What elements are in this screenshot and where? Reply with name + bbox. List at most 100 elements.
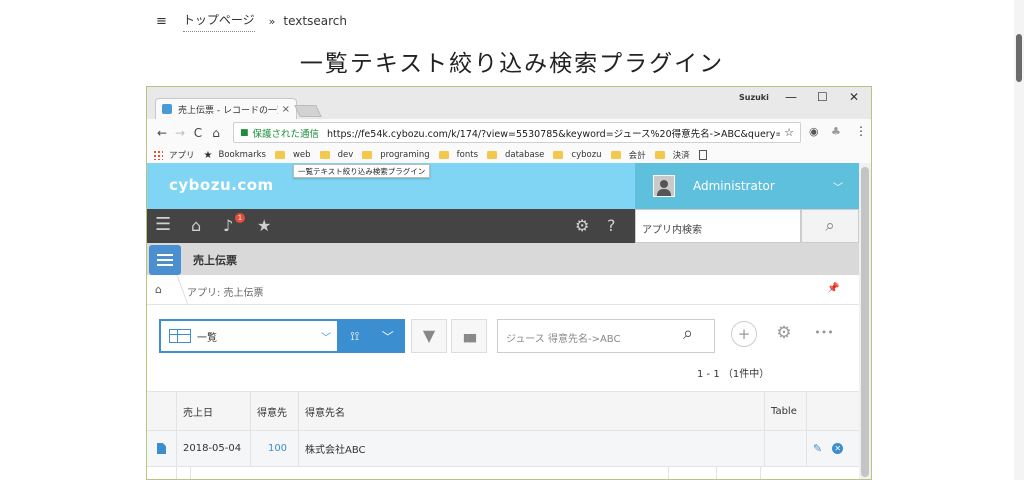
new-tab-button[interactable] <box>294 105 322 117</box>
delete-icon[interactable]: ✕ <box>832 443 844 454</box>
document-icon[interactable] <box>157 443 166 454</box>
filter-button[interactable]: ▼ <box>411 319 447 353</box>
app-breadcrumb: ⌂ アプリ: 売上伝票 📌 <box>147 275 859 305</box>
window-maximize-button[interactable]: ☐ <box>817 90 828 104</box>
extension-icon[interactable]: ◉ <box>809 125 819 138</box>
url-text[interactable]: https://fe54k.cybozu.com/k/174/?view=553… <box>327 126 780 140</box>
browser-screenshot: 売上伝票 - レコードの一覧 × Suzuki — ☐ ✕ ← → C ⌂ ■ … <box>146 86 872 480</box>
page-scrollbar-thumb[interactable] <box>1016 34 1022 82</box>
bookmark-cybozu[interactable]: cybozu <box>553 150 602 160</box>
add-record-button[interactable]: + <box>731 321 757 347</box>
bookmark-star-icon[interactable]: ☆ <box>784 126 794 139</box>
chevron-down-icon: ﹀ <box>381 329 394 344</box>
document-icon[interactable] <box>698 150 707 160</box>
kintone-favicon-icon <box>162 104 172 114</box>
header-cell-customer[interactable]: 得意先 <box>251 392 299 430</box>
view-name: 一覧 <box>197 332 217 344</box>
table-header: 売上日 得意先 得意先名 Table <box>147 391 859 431</box>
bookmark-fonts[interactable]: fonts <box>438 150 478 160</box>
graph-selector[interactable]: ⟟⟟ ﹀ <box>339 319 405 353</box>
window-close-button[interactable]: ✕ <box>849 90 859 104</box>
back-button[interactable]: ← <box>153 126 171 140</box>
graph-icon: ⟟⟟ <box>350 328 360 343</box>
header-cell-actions <box>807 392 859 430</box>
bookmark-web[interactable]: web <box>274 150 311 160</box>
app-settings-icon[interactable]: ⚙ <box>771 321 797 347</box>
table-row[interactable]: 2018-05-04 100 株式会社ABC ✎ ✕ <box>147 431 859 467</box>
bookmark-apps[interactable]: アプリ <box>153 149 195 161</box>
folder-icon <box>610 151 621 159</box>
folder-icon <box>319 151 330 159</box>
browser-tab[interactable]: 売上伝票 - レコードの一覧 × <box>155 98 297 119</box>
header-cell-table[interactable]: Table <box>765 392 807 430</box>
home-button[interactable]: ⌂ <box>207 126 225 140</box>
menu-icon[interactable]: ≡ <box>156 14 167 29</box>
record-detail-cell[interactable] <box>147 431 177 466</box>
app-scrollbar-thumb[interactable] <box>861 167 869 477</box>
table-view-icon <box>169 329 191 343</box>
tab-title: 売上伝票 - レコードの一覧 <box>178 105 278 116</box>
bell-icon[interactable]: ♪ <box>223 216 233 235</box>
apps-grid-icon <box>153 150 163 160</box>
cybozu-logo[interactable]: cybozu.com <box>169 176 274 194</box>
header-cell-date[interactable]: 売上日 <box>177 392 251 430</box>
cell-date: 2018-05-04 <box>177 431 251 466</box>
app-search-input[interactable]: アプリ内検索 <box>635 209 801 243</box>
list-toolbar: 一覧 ﹀ ⟟⟟ ﹀ ▼ ▮▮▮ ジュース 得意先名->ABC ⌕ + ⚙ •••… <box>147 305 859 385</box>
hamburger-menu-icon[interactable]: ☰ <box>155 214 171 235</box>
favorite-star-icon[interactable]: ★ <box>257 216 271 235</box>
avatar <box>653 175 675 197</box>
chart-button[interactable]: ▮▮▮ <box>451 319 487 353</box>
app-title-bar: 売上伝票 <box>147 243 859 275</box>
browser-tabbar: 売上伝票 - レコードの一覧 × Suzuki — ☐ ✕ <box>147 87 871 119</box>
magnifier-icon[interactable]: ⌕ <box>683 323 693 344</box>
breadcrumb-app-link[interactable]: アプリ: 売上伝票 <box>187 284 264 299</box>
bookmark-payment[interactable]: 決済 <box>654 149 690 161</box>
more-options-icon[interactable]: ••• <box>811 321 837 347</box>
browser-menu-icon[interactable]: ⋮ <box>855 124 867 138</box>
cell-customer-name: 株式会社ABC <box>299 431 765 466</box>
cell-table <box>765 431 807 466</box>
window-minimize-button[interactable]: — <box>785 90 797 104</box>
breadcrumb-current: textsearch <box>283 14 347 28</box>
bar-chart-icon: ▮▮▮ <box>462 331 477 344</box>
breadcrumb-separator: » <box>268 14 276 28</box>
page-title: 一覧テキスト絞り込み検索プラグイン <box>299 51 725 77</box>
breadcrumb-home-icon[interactable]: ⌂ <box>155 283 162 296</box>
header-cell-blank <box>147 392 177 430</box>
record-count: 1 - 1 （1件中） <box>697 369 770 380</box>
search-icon[interactable]: ⌕ <box>801 209 859 243</box>
window-user-label: Suzuki <box>739 93 769 102</box>
edit-pencil-icon[interactable]: ✎ <box>813 442 822 455</box>
bookmark-bookmarks[interactable]: ★ Bookmarks <box>204 150 266 161</box>
breadcrumb-divider <box>165 275 189 305</box>
bookmark-database[interactable]: database <box>487 150 544 160</box>
user-menu[interactable]: Administrator ﹀ <box>635 163 859 209</box>
extension-icon-2[interactable]: ♣ <box>831 125 841 138</box>
star-icon: ★ <box>203 149 213 161</box>
browser-omnibar: ← → C ⌂ ■ 保護された通信 https://fe54k.cybozu.c… <box>147 119 871 147</box>
home-icon[interactable]: ⌂ <box>191 216 201 235</box>
help-icon[interactable]: ? <box>607 216 616 235</box>
settings-gear-icon[interactable]: ⚙ <box>575 216 589 235</box>
page-scrollbar[interactable] <box>1014 0 1024 480</box>
pin-icon[interactable]: 📌 <box>827 283 839 294</box>
breadcrumb-top-link[interactable]: トップページ <box>182 11 255 32</box>
header-cell-customer-name[interactable]: 得意先名 <box>299 392 765 430</box>
cell-customer[interactable]: 100 <box>251 431 299 466</box>
secure-label: 保護された通信 <box>252 128 320 140</box>
bookmark-dev[interactable]: dev <box>319 150 353 160</box>
top-breadcrumb: ≡ トップページ » textsearch <box>156 10 347 32</box>
address-bar[interactable]: ■ 保護された通信 https://fe54k.cybozu.com/k/174… <box>233 122 801 143</box>
bookmark-programing[interactable]: programing <box>362 150 430 160</box>
tab-close-icon[interactable]: × <box>282 104 290 115</box>
bookmark-accounting[interactable]: 会計 <box>610 149 646 161</box>
user-name: Administrator <box>693 179 775 193</box>
kintone-header: cybozu.com Administrator ﹀ <box>147 163 859 209</box>
app-scrollbar[interactable] <box>859 163 871 479</box>
forward-button[interactable]: → <box>171 126 189 140</box>
reload-button[interactable]: C <box>189 126 207 140</box>
notification-badge: 1 <box>235 213 245 223</box>
app-list-icon[interactable] <box>149 245 181 275</box>
view-selector[interactable]: 一覧 ﹀ <box>159 319 339 353</box>
